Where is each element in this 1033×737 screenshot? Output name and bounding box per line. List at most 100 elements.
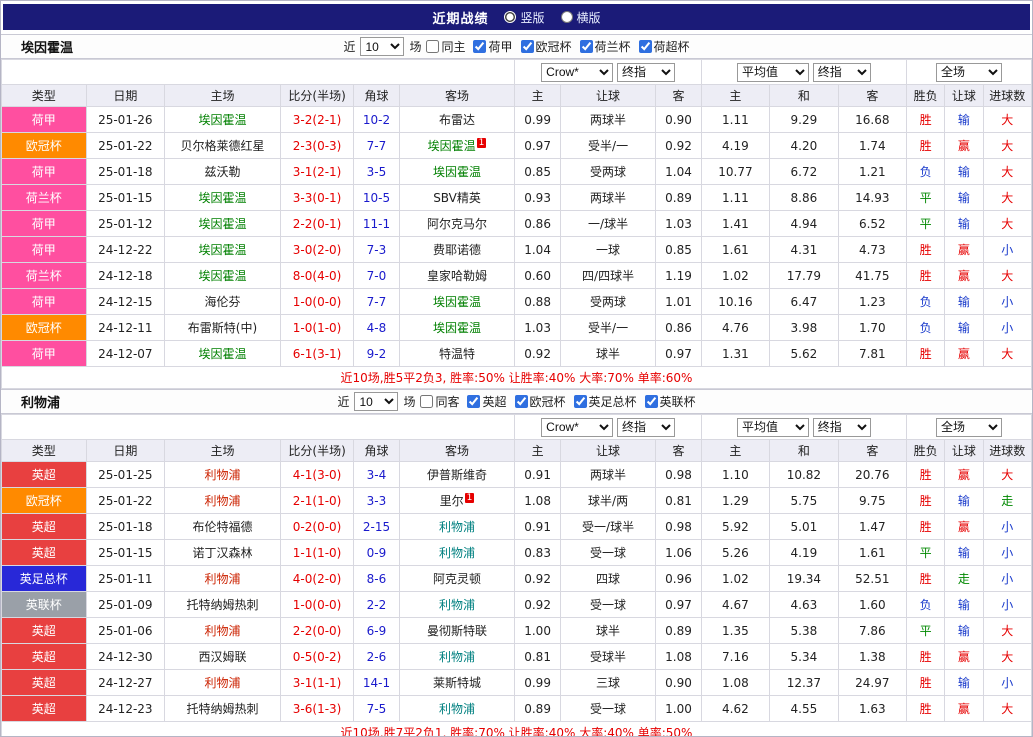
match-type-badge: 荷甲 [2, 341, 87, 367]
result-wdl: 平 [907, 618, 945, 644]
match-row: 英足总杯25-01-11利物浦4-0(2-0)8-6阿克灵顿0.92四球0.96… [2, 566, 1032, 592]
result-goals: 小 [983, 592, 1031, 618]
match-type-badge: 荷兰杯 [2, 185, 87, 211]
asia-handicap: 受球半 [560, 644, 656, 670]
result-wdl: 负 [907, 315, 945, 341]
filter-checkbox[interactable] [467, 395, 480, 408]
result-handicap: 赢 [945, 237, 983, 263]
home-team: 利物浦 [165, 618, 281, 644]
red-card-badge: 1 [477, 138, 487, 148]
result-goals: 大 [983, 696, 1031, 722]
column-header: 角球 [354, 85, 399, 107]
away-team: 埃因霍温 [399, 159, 515, 185]
euro-away-odds: 41.75 [838, 263, 906, 289]
filter-checkbox[interactable] [645, 395, 658, 408]
results-table: Crow* 终指 平均值 终指 全场 类型 日期 主场 比分(半场) [1, 59, 1032, 389]
score-halftime: 4-0(2-0) [280, 566, 353, 592]
filter-checkbox[interactable] [580, 40, 593, 53]
result-handicap: 输 [945, 618, 983, 644]
asia-stage-select[interactable]: 终指 [617, 418, 675, 437]
asia-away-odds: 0.97 [656, 341, 701, 367]
result-wdl: 胜 [907, 237, 945, 263]
asia-home-odds: 0.91 [515, 462, 560, 488]
match-row: 英超25-01-15诺丁汉森林1-1(1-0)0-9利物浦0.83受一球1.06… [2, 540, 1032, 566]
asia-away-odds: 1.06 [656, 540, 701, 566]
column-header: 主 [515, 85, 560, 107]
asia-home-odds: 0.91 [515, 514, 560, 540]
filter-checkbox[interactable] [574, 395, 587, 408]
result-wdl: 胜 [907, 514, 945, 540]
asia-handicap: 两球半 [560, 462, 656, 488]
asia-home-odds: 0.60 [515, 263, 560, 289]
recent-count-select[interactable]: 10 [354, 392, 398, 411]
asia-home-odds: 0.89 [515, 696, 560, 722]
horizontal-layout-radio[interactable] [561, 11, 573, 23]
corners: 3-5 [354, 159, 399, 185]
scope-select[interactable]: 全场 [936, 418, 1002, 437]
euro-company-select[interactable]: 平均值 [737, 63, 809, 82]
euro-stage-select[interactable]: 终指 [813, 418, 871, 437]
home-team: 海伦芬 [165, 289, 281, 315]
filter-option: 同主 [426, 38, 465, 55]
euro-company-select[interactable]: 平均值 [737, 418, 809, 437]
home-team: 埃因霍温 [165, 237, 281, 263]
match-row: 荷甲24-12-07埃因霍温6-1(3-1)9-2特温特0.92球半0.971.… [2, 341, 1032, 367]
euro-away-odds: 7.81 [838, 341, 906, 367]
result-handicap: 赢 [945, 644, 983, 670]
home-team: 利物浦 [165, 488, 281, 514]
vertical-layout-radio[interactable] [504, 11, 516, 23]
filter-label: 欧冠杯 [536, 38, 572, 55]
away-team: 费耶诺德 [399, 237, 515, 263]
asia-company-select[interactable]: Crow* [541, 63, 613, 82]
score-halftime: 2-2(0-0) [280, 618, 353, 644]
asia-handicap: 一/球半 [560, 211, 656, 237]
filter-checkbox[interactable] [639, 40, 652, 53]
result-wdl: 胜 [907, 107, 945, 133]
home-team: 埃因霍温 [165, 107, 281, 133]
euro-home-odds: 4.62 [701, 696, 769, 722]
scope-select[interactable]: 全场 [936, 63, 1002, 82]
column-header: 主场 [165, 85, 281, 107]
match-row: 英超25-01-25利物浦4-1(3-0)3-4伊普斯维奇0.91两球半0.98… [2, 462, 1032, 488]
result-goals: 小 [983, 237, 1031, 263]
filter-checkbox[interactable] [515, 395, 528, 408]
recent-count-select[interactable]: 10 [360, 37, 404, 56]
filter-checkbox[interactable] [420, 395, 433, 408]
column-header-row: 类型 日期 主场 比分(半场) 角球 客场 主 让球 客 主 和 客 胜负 让球… [2, 440, 1032, 462]
column-header: 客 [838, 85, 906, 107]
home-team: 托特纳姆热刺 [165, 592, 281, 618]
euro-away-odds: 1.38 [838, 644, 906, 670]
filter-checkbox[interactable] [521, 40, 534, 53]
match-date: 25-01-15 [86, 540, 165, 566]
match-row: 荷甲24-12-22埃因霍温3-0(2-0)7-3费耶诺德1.04一球0.851… [2, 237, 1032, 263]
match-type-badge: 欧冠杯 [2, 315, 87, 341]
match-date: 25-01-18 [86, 159, 165, 185]
asia-handicap: 受半/一 [560, 133, 656, 159]
result-wdl: 胜 [907, 263, 945, 289]
score-halftime: 1-0(0-0) [280, 592, 353, 618]
result-goals: 大 [983, 263, 1031, 289]
result-handicap: 输 [945, 107, 983, 133]
column-header: 角球 [354, 440, 399, 462]
match-type-badge: 英超 [2, 696, 87, 722]
match-date: 24-12-07 [86, 341, 165, 367]
match-type-badge: 英联杯 [2, 592, 87, 618]
euro-stage-select[interactable]: 终指 [813, 63, 871, 82]
column-header: 胜负 [907, 440, 945, 462]
corners: 6-9 [354, 618, 399, 644]
asia-company-select[interactable]: Crow* [541, 418, 613, 437]
filter-checkbox[interactable] [473, 40, 486, 53]
result-goals: 小 [983, 670, 1031, 696]
asia-stage-select[interactable]: 终指 [617, 63, 675, 82]
euro-away-odds: 52.51 [838, 566, 906, 592]
asia-away-odds: 1.19 [656, 263, 701, 289]
result-handicap: 赢 [945, 263, 983, 289]
euro-away-odds: 16.68 [838, 107, 906, 133]
filter-checkbox[interactable] [426, 40, 439, 53]
match-row: 欧冠杯25-01-22利物浦2-1(1-0)3-3里尔11.08球半/两0.81… [2, 488, 1032, 514]
euro-home-odds: 1.10 [701, 462, 769, 488]
asia-handicap: 球半 [560, 341, 656, 367]
asia-odds-controls: Crow* 终指 [515, 60, 701, 85]
corners: 10-2 [354, 107, 399, 133]
asia-away-odds: 1.00 [656, 696, 701, 722]
